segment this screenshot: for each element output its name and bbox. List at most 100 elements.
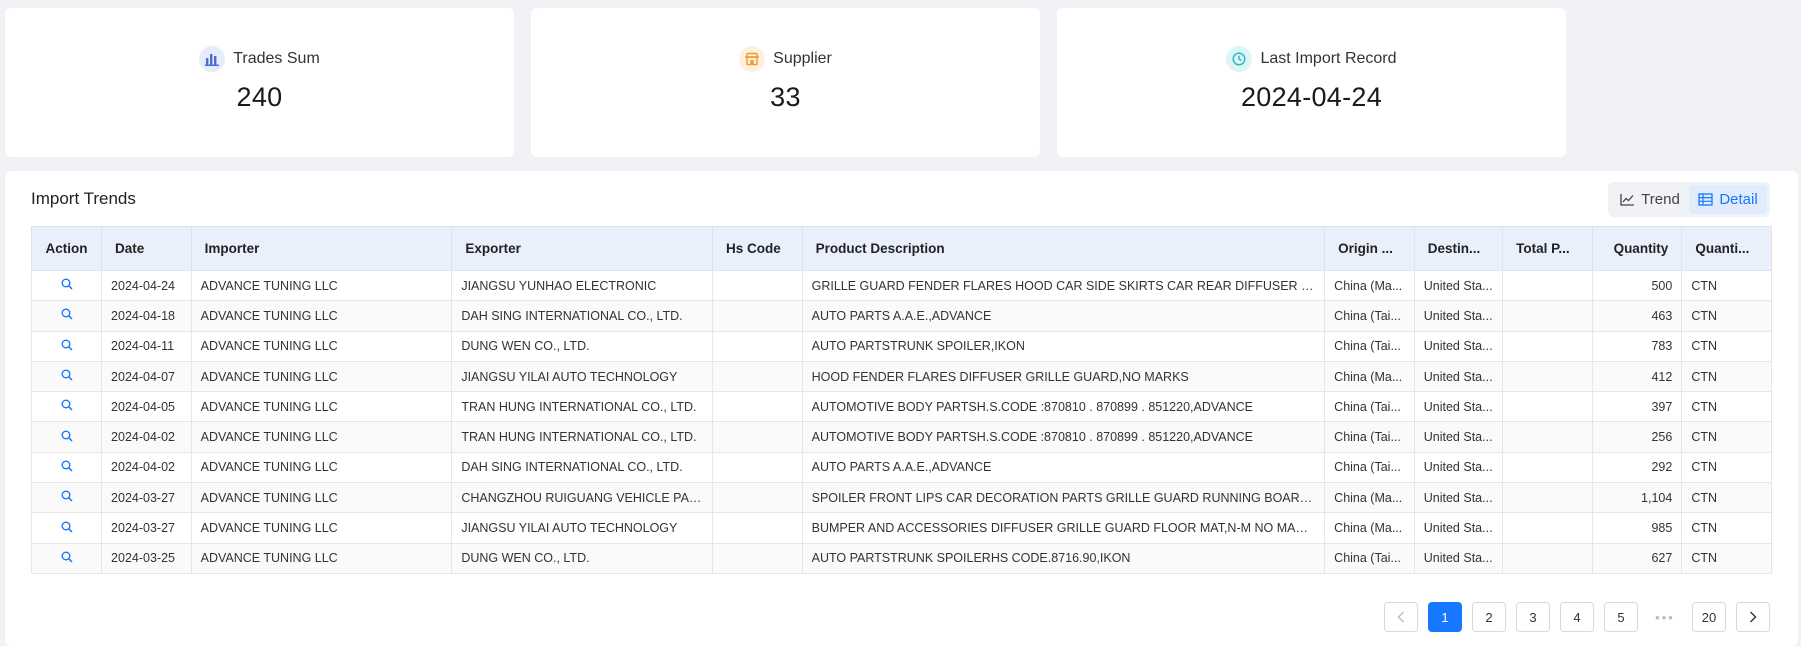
exporter-cell: DAH SING INTERNATIONAL CO., LTD. bbox=[451, 451, 714, 484]
origin-cell: China (Ma... bbox=[1324, 360, 1415, 393]
table-icon bbox=[1698, 193, 1713, 206]
destination-cell: United Sta... bbox=[1413, 330, 1504, 362]
search-icon[interactable] bbox=[61, 399, 73, 411]
quantity-unit-cell: CTN bbox=[1681, 421, 1772, 453]
origin-cell: China (Tai... bbox=[1324, 421, 1415, 453]
search-icon[interactable] bbox=[61, 278, 73, 290]
search-icon[interactable] bbox=[61, 460, 73, 472]
search-icon[interactable] bbox=[61, 339, 73, 351]
column-header[interactable]: Date bbox=[101, 226, 192, 271]
table-row: 2024-03-25 ADVANCE TUNING LLC DUNG WEN CO.… bbox=[30, 542, 1772, 574]
table-header-row: Action Date Importer Exporter Hs Code Pr… bbox=[30, 226, 1772, 271]
quantity-unit-cell: CTN bbox=[1681, 512, 1772, 544]
hs-code-cell bbox=[712, 391, 803, 423]
chevron-left-icon bbox=[1397, 611, 1404, 623]
search-icon[interactable] bbox=[61, 369, 73, 381]
column-header[interactable]: Quanti... bbox=[1681, 226, 1772, 271]
origin-cell: China (Ma... bbox=[1324, 269, 1415, 302]
product-description-cell: AUTOMOTIVE BODY PARTSH.S.CODE :870810 . … bbox=[801, 421, 1326, 453]
destination-cell: United Sta... bbox=[1413, 300, 1504, 332]
total-price-cell bbox=[1502, 269, 1593, 302]
exporter-cell: DAH SING INTERNATIONAL CO., LTD. bbox=[451, 300, 714, 332]
search-icon[interactable] bbox=[61, 308, 73, 320]
exporter-cell: TRAN HUNG INTERNATIONAL CO., LTD. bbox=[451, 421, 714, 453]
trend-toggle-button[interactable]: Trend bbox=[1611, 185, 1689, 214]
clock-icon bbox=[1226, 46, 1253, 72]
page-button-last[interactable]: 20 bbox=[1692, 602, 1726, 632]
column-header[interactable]: Origin ... bbox=[1324, 226, 1415, 271]
column-header[interactable]: Total P... bbox=[1502, 226, 1593, 271]
page-button-1[interactable]: 1 bbox=[1428, 602, 1462, 632]
exporter-cell: CHANGZHOU RUIGUANG VEHICLE PARTS bbox=[451, 482, 714, 514]
column-header[interactable]: Product Description bbox=[801, 226, 1326, 271]
detail-toggle-button[interactable]: Detail bbox=[1689, 185, 1767, 214]
hs-code-cell bbox=[712, 451, 803, 484]
import-trends-panel: Import Trends Trend Detail Action Date I… bbox=[5, 171, 1798, 646]
table-row: 2024-04-24 ADVANCE TUNING LLC JIANGSU YUNH… bbox=[30, 269, 1772, 302]
pagination: 1 2 3 4 5 ••• 20 bbox=[1384, 602, 1770, 632]
table-row: 2024-04-05 ADVANCE TUNING LLC TRAN HUNG IN… bbox=[30, 391, 1772, 423]
origin-cell: China (Tai... bbox=[1324, 451, 1415, 484]
quantity-cell: 397 bbox=[1591, 391, 1683, 423]
prev-page-button[interactable] bbox=[1384, 602, 1418, 632]
destination-cell: United Sta... bbox=[1413, 269, 1504, 302]
hs-code-cell bbox=[712, 330, 803, 362]
destination-cell: United Sta... bbox=[1413, 360, 1504, 393]
page-button-4[interactable]: 4 bbox=[1560, 602, 1594, 632]
total-price-cell bbox=[1502, 451, 1593, 484]
stat-value: 33 bbox=[770, 82, 801, 112]
quantity-unit-cell: CTN bbox=[1681, 542, 1772, 574]
table-row: 2024-04-18 ADVANCE TUNING LLC DAH SING INT… bbox=[30, 300, 1772, 332]
exporter-cell: JIANGSU YILAI AUTO TECHNOLOGY bbox=[451, 360, 714, 393]
column-header[interactable]: Quantity bbox=[1591, 226, 1683, 271]
search-icon[interactable] bbox=[61, 551, 73, 563]
importer-cell: ADVANCE TUNING LLC bbox=[190, 512, 453, 544]
importer-cell: ADVANCE TUNING LLC bbox=[190, 360, 453, 393]
product-description-cell: AUTO PARTSTRUNK SPOILER,IKON bbox=[801, 330, 1326, 362]
quantity-cell: 256 bbox=[1591, 421, 1683, 453]
date-cell: 2024-04-11 bbox=[101, 330, 192, 362]
importer-cell: ADVANCE TUNING LLC bbox=[190, 542, 453, 574]
destination-cell: United Sta... bbox=[1413, 421, 1504, 453]
exporter-cell: DUNG WEN CO., LTD. bbox=[451, 330, 714, 362]
product-description-cell: GRILLE GUARD FENDER FLARES HOOD CAR SIDE… bbox=[801, 269, 1326, 302]
next-page-button[interactable] bbox=[1736, 602, 1770, 632]
product-description-cell: HOOD FENDER FLARES DIFFUSER GRILLE GUARD… bbox=[801, 360, 1326, 393]
exporter-cell: TRAN HUNG INTERNATIONAL CO., LTD. bbox=[451, 391, 714, 423]
stat-card-trades-sum: Trades Sum 240 bbox=[5, 8, 514, 157]
column-header[interactable]: Destin... bbox=[1413, 226, 1504, 271]
page-button-5[interactable]: 5 bbox=[1604, 602, 1638, 632]
importer-cell: ADVANCE TUNING LLC bbox=[190, 421, 453, 453]
jump-next-ellipsis[interactable]: ••• bbox=[1648, 610, 1682, 625]
exporter-cell: DUNG WEN CO., LTD. bbox=[451, 542, 714, 574]
column-header[interactable]: Hs Code bbox=[712, 226, 803, 271]
destination-cell: United Sta... bbox=[1413, 391, 1504, 423]
importer-cell: ADVANCE TUNING LLC bbox=[190, 330, 453, 362]
page-button-2[interactable]: 2 bbox=[1472, 602, 1506, 632]
date-cell: 2024-03-27 bbox=[101, 512, 192, 544]
product-description-cell: BUMPER AND ACCESSORIES DIFFUSER GRILLE G… bbox=[801, 512, 1326, 544]
hs-code-cell bbox=[712, 300, 803, 332]
quantity-unit-cell: CTN bbox=[1681, 482, 1772, 514]
date-cell: 2024-04-05 bbox=[101, 391, 192, 423]
action-cell bbox=[30, 330, 103, 362]
hs-code-cell bbox=[712, 421, 803, 453]
quantity-unit-cell: CTN bbox=[1681, 330, 1772, 362]
total-price-cell bbox=[1502, 330, 1593, 362]
search-icon[interactable] bbox=[61, 430, 73, 442]
chevron-right-icon bbox=[1750, 611, 1757, 623]
search-icon[interactable] bbox=[61, 521, 73, 533]
date-cell: 2024-03-25 bbox=[101, 542, 192, 574]
trend-label: Trend bbox=[1641, 191, 1680, 208]
stat-card-last-import: Last Import Record 2024-04-24 bbox=[1057, 8, 1566, 157]
column-header[interactable]: Importer bbox=[190, 226, 453, 271]
column-header[interactable]: Exporter bbox=[451, 226, 714, 271]
table-row: 2024-03-27 ADVANCE TUNING LLC JIANGSU YILA… bbox=[30, 512, 1772, 544]
search-icon[interactable] bbox=[61, 490, 73, 502]
page-button-3[interactable]: 3 bbox=[1516, 602, 1550, 632]
origin-cell: China (Ma... bbox=[1324, 512, 1415, 544]
quantity-cell: 463 bbox=[1591, 300, 1683, 332]
total-price-cell bbox=[1502, 482, 1593, 514]
total-price-cell bbox=[1502, 512, 1593, 544]
total-price-cell bbox=[1502, 300, 1593, 332]
